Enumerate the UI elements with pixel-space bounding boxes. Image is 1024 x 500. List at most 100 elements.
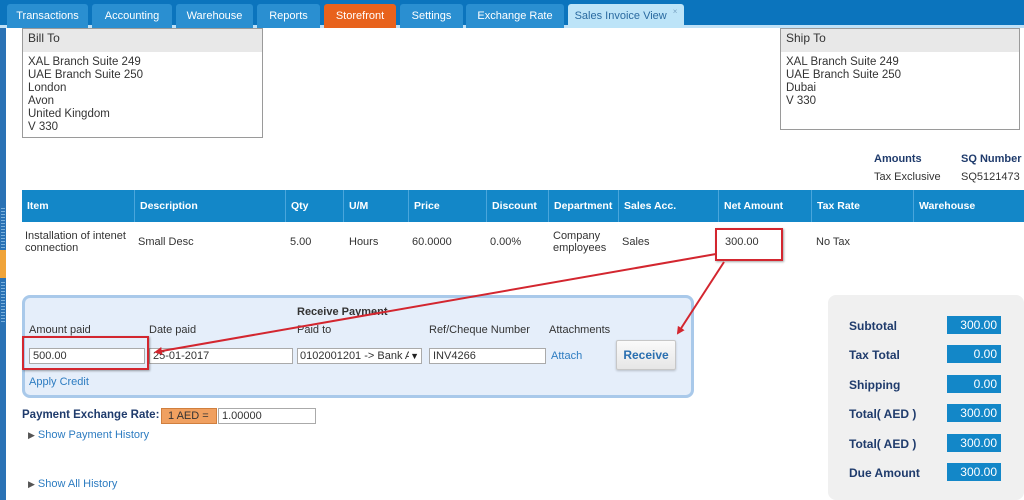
table-header: Item Description Qty U/M Price Discount …: [22, 190, 1024, 222]
cell-warehouse: [914, 222, 1024, 262]
close-icon[interactable]: ×: [673, 7, 678, 16]
address-line: UAE Branch Suite 250: [786, 69, 902, 81]
address-line: XAL Branch Suite 249: [786, 56, 899, 68]
tax-total-value: 0.00: [947, 345, 1001, 363]
currency-badge: 1 AED =: [161, 408, 217, 424]
receive-payment-panel: Receive Payment Amount paid Date paid Pa…: [22, 295, 694, 398]
address-line: London: [28, 82, 67, 94]
show-payment-history-toggle[interactable]: ▶ Show Payment History: [28, 429, 149, 441]
column-header[interactable]: Tax Rate: [812, 190, 914, 222]
subtotal-value: 300.00: [947, 316, 1001, 334]
shipping-label: Shipping: [849, 378, 901, 392]
column-header[interactable]: Description: [135, 190, 286, 222]
shipping-value: 0.00: [947, 375, 1001, 393]
triangle-right-icon: ▶: [28, 479, 35, 489]
cell-department: Company employees: [553, 230, 607, 254]
bill-to-address: XAL Branch Suite 249 UAE Branch Suite 25…: [23, 52, 262, 134]
address-line: Dubai: [786, 82, 817, 94]
total-aed-label: Total( AED ): [849, 437, 917, 451]
show-all-history-toggle[interactable]: ▶ Show All History: [28, 478, 117, 490]
payment-exchange-rate-label: Payment Exchange Rate:: [22, 409, 160, 421]
tab-label: Settings: [411, 10, 452, 22]
column-header[interactable]: U/M: [344, 190, 409, 222]
cell-um: Hours: [349, 236, 379, 248]
column-header[interactable]: Sales Acc.: [619, 190, 719, 222]
attachments-label: Attachments: [549, 324, 611, 336]
apply-credit-link[interactable]: Apply Credit: [29, 376, 89, 388]
receive-button[interactable]: Receive: [616, 340, 676, 370]
ship-to-address: XAL Branch Suite 249 UAE Branch Suite 25…: [781, 52, 1019, 108]
tab-label: Reports: [269, 10, 308, 22]
amount-paid-label: Amount paid: [29, 324, 91, 336]
tab-sales-invoice-view[interactable]: Sales Invoice View ×: [568, 4, 684, 28]
cell-description: Small Desc: [138, 236, 194, 248]
due-amount-label: Due Amount: [849, 466, 920, 480]
column-header[interactable]: Price: [409, 190, 487, 222]
cell-price: 60.0000: [412, 236, 452, 248]
sq-number-label: SQ Number: [961, 153, 1022, 165]
paid-to-label: Paid to: [297, 324, 332, 336]
line-items-table: Item Description Qty U/M Price Discount …: [22, 190, 1024, 262]
tab-exchange-rate[interactable]: Exchange Rate: [466, 4, 564, 28]
grip-icon: [1, 208, 5, 248]
grip-icon: [1, 282, 5, 322]
address-line: Avon: [28, 95, 55, 107]
address-line: V 330: [786, 95, 817, 107]
tab-label: Exchange Rate: [477, 10, 553, 22]
date-paid-input[interactable]: [149, 348, 293, 364]
bill-to-header: Bill To: [23, 29, 262, 52]
totals-panel: Subtotal 300.00 Tax Total 0.00 Shipping …: [828, 295, 1024, 500]
column-header[interactable]: Warehouse: [914, 190, 1024, 222]
table-row[interactable]: Installation of intenet connection Small…: [22, 222, 1024, 262]
main-tab-bar: Transactions Accounting Warehouse Report…: [0, 0, 1024, 28]
receive-payment-title: Receive Payment: [297, 306, 388, 318]
column-header[interactable]: Qty: [286, 190, 344, 222]
subtotal-label: Subtotal: [849, 319, 897, 333]
paid-to-value: 0102001201 -> Bank Ac: [300, 350, 418, 362]
address-line: UAE Branch Suite 250: [28, 69, 144, 81]
toggle-label: Show All History: [37, 478, 118, 490]
ref-cheque-input[interactable]: [429, 348, 546, 364]
bill-to-box: Bill To XAL Branch Suite 249 UAE Branch …: [22, 28, 263, 138]
ship-to-box: Ship To XAL Branch Suite 249 UAE Branch …: [780, 28, 1020, 130]
due-amount-value: 300.00: [947, 463, 1001, 481]
cell-qty: 5.00: [290, 236, 312, 248]
toggle-label: Show Payment History: [37, 429, 150, 441]
tab-settings[interactable]: Settings: [400, 4, 463, 28]
amounts-value: Tax Exclusive: [874, 171, 941, 183]
column-header[interactable]: Discount: [487, 190, 549, 222]
paid-to-select[interactable]: 0102001201 -> Bank Ac ▼: [297, 348, 422, 364]
column-header[interactable]: Net Amount: [719, 190, 812, 222]
tab-label: Sales Invoice View: [574, 10, 667, 22]
tab-transactions[interactable]: Transactions: [7, 4, 88, 28]
date-paid-label: Date paid: [149, 324, 197, 336]
ship-to-header: Ship To: [781, 29, 1019, 52]
sq-number-value: SQ5121473: [961, 171, 1020, 183]
tab-label: Transactions: [16, 10, 79, 22]
tab-label: Accounting: [104, 10, 160, 22]
tab-label: Storefront: [335, 10, 385, 22]
tab-accounting[interactable]: Accounting: [92, 4, 172, 28]
sidebar-expand-handle[interactable]: [0, 250, 6, 278]
address-line: XAL Branch Suite 249: [28, 56, 141, 68]
total-aed-value: 300.00: [947, 404, 1001, 422]
cell-discount: 0.00%: [490, 236, 522, 248]
exchange-rate-input[interactable]: [218, 408, 316, 424]
left-sidebar-rail: [0, 28, 6, 500]
tab-warehouse[interactable]: Warehouse: [176, 4, 253, 28]
triangle-right-icon: ▶: [28, 430, 35, 440]
attach-link[interactable]: Attach: [551, 350, 582, 362]
cell-item: Installation of intenet connection: [25, 230, 126, 254]
column-header[interactable]: Department: [549, 190, 619, 222]
column-header[interactable]: Item: [22, 190, 135, 222]
chevron-down-icon: ▼: [409, 349, 419, 363]
tax-total-label: Tax Total: [849, 348, 900, 362]
cell-sales-account: Sales: [622, 236, 650, 248]
amount-paid-input[interactable]: [29, 348, 145, 364]
ref-cheque-label: Ref/Cheque Number: [429, 324, 530, 336]
tab-label: Warehouse: [186, 10, 243, 22]
tab-storefront[interactable]: Storefront: [324, 4, 396, 28]
address-line: United Kingdom: [28, 108, 110, 120]
tab-reports[interactable]: Reports: [257, 4, 320, 28]
total-aed-label: Total( AED ): [849, 407, 917, 421]
